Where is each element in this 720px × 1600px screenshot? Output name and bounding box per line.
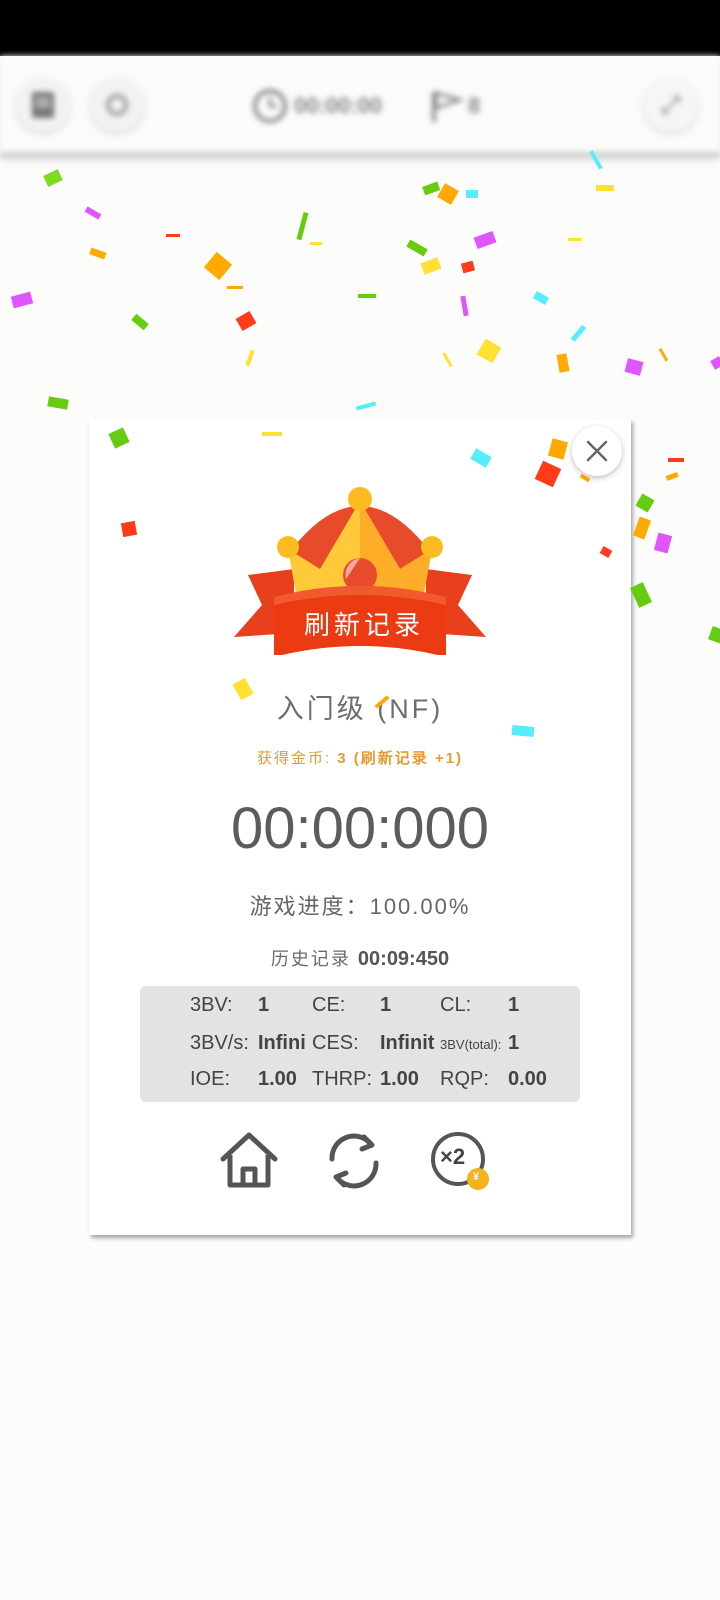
stat-rqp: RQP: 0.00 — [440, 1068, 570, 1091]
stat-value: 1 — [508, 994, 520, 1016]
restart-icon — [329, 1133, 379, 1189]
gear-icon — [106, 94, 128, 116]
stat-value: Infinit — [380, 1032, 435, 1054]
stat-value: 1 — [508, 1032, 520, 1054]
stat-thrp: THRP: 1.00 — [312, 1068, 438, 1091]
coins-earned: 获得金币: 3 (刷新记录 +1) — [89, 747, 631, 768]
banner-title: 刷新记录 — [303, 610, 424, 640]
history-record: 历史记录 00:09:450 — [89, 945, 631, 971]
dialog-actions: ×2 ¥ — [89, 1129, 631, 1199]
history-label: 历史记录 — [270, 949, 358, 969]
game-progress: 游戏进度：100.00% — [89, 889, 631, 921]
stat-label: CL: — [440, 994, 472, 1016]
clock-icon — [253, 89, 287, 123]
double-coins-button[interactable]: ×2 ¥ — [427, 1129, 507, 1193]
coins-value: 3 (刷新记录 +1) — [337, 750, 464, 767]
stat-cl: CL: 1 — [440, 994, 570, 1017]
home-button[interactable] — [217, 1129, 281, 1193]
stat-3bv-total: 3BV(total): 1 — [440, 1032, 570, 1055]
level-label: 入门级 (NF) — [276, 694, 444, 724]
close-button[interactable] — [572, 426, 622, 476]
stat-label: 3BV(total): — [440, 1037, 502, 1052]
toolbar-flag-count: 8 — [428, 86, 480, 126]
stat-3bv: 3BV: 1 — [190, 994, 310, 1017]
coin-symbol: ¥ — [473, 1171, 480, 1183]
stat-value: Infini — [258, 1032, 306, 1054]
stat-value: 1 — [258, 994, 270, 1016]
stat-label: 3BV: — [190, 994, 233, 1016]
expand-button[interactable] — [644, 78, 698, 132]
stat-3bv-per-sec: 3BV/s: Infini — [190, 1032, 310, 1055]
stat-ces: CES: Infinit — [312, 1032, 438, 1055]
home-icon — [220, 1132, 278, 1188]
toolbar-timer-text: 00:00:00 — [294, 93, 383, 118]
menu-button[interactable] — [16, 78, 70, 132]
toolbar-timer: 00:00:00 — [252, 86, 382, 126]
double-coins-icon — [431, 1132, 489, 1190]
stat-ioe: IOE: 1.00 — [190, 1068, 310, 1091]
progress-value: 100.00% — [369, 894, 471, 919]
close-icon — [586, 440, 608, 462]
double-label: ×2 — [440, 1144, 466, 1169]
progress-label: 游戏进度： — [249, 894, 370, 919]
flag-count-text: 8 — [468, 93, 481, 118]
settings-button[interactable] — [90, 78, 144, 132]
stat-label: RQP: — [440, 1068, 489, 1090]
stat-label: CE: — [312, 994, 346, 1016]
flag-icon — [432, 91, 464, 122]
game-time: 00:00:000 — [230, 796, 490, 861]
stat-label: THRP: — [312, 1068, 372, 1090]
stat-value: 0.00 — [508, 1068, 547, 1090]
restart-button[interactable] — [322, 1129, 386, 1193]
stat-ce: CE: 1 — [312, 994, 432, 1017]
status-bar — [0, 0, 720, 56]
document-icon — [32, 92, 54, 118]
stats-panel: 3BV: 1 CE: 1 CL: 1 3BV/s: Infini CES: Infinit… — [140, 986, 580, 1102]
stat-value: 1.00 — [258, 1068, 297, 1090]
stat-label: 3BV/s: — [190, 1032, 249, 1054]
history-value: 00:09:450 — [357, 948, 450, 970]
stat-value: 1.00 — [380, 1068, 419, 1090]
stat-label: CES: — [312, 1032, 359, 1054]
stat-label: IOE: — [190, 1068, 231, 1090]
expand-icon — [661, 95, 681, 115]
record-dialog: 刷新记录 入门级 (NF) 获得金币: 3 (刷新记录 +1) 00:00:00… — [89, 419, 631, 1235]
stat-value: 1 — [380, 994, 392, 1016]
game-toolbar: 00:00:00 8 — [0, 56, 720, 155]
coins-label: 获得金币: — [256, 750, 338, 767]
